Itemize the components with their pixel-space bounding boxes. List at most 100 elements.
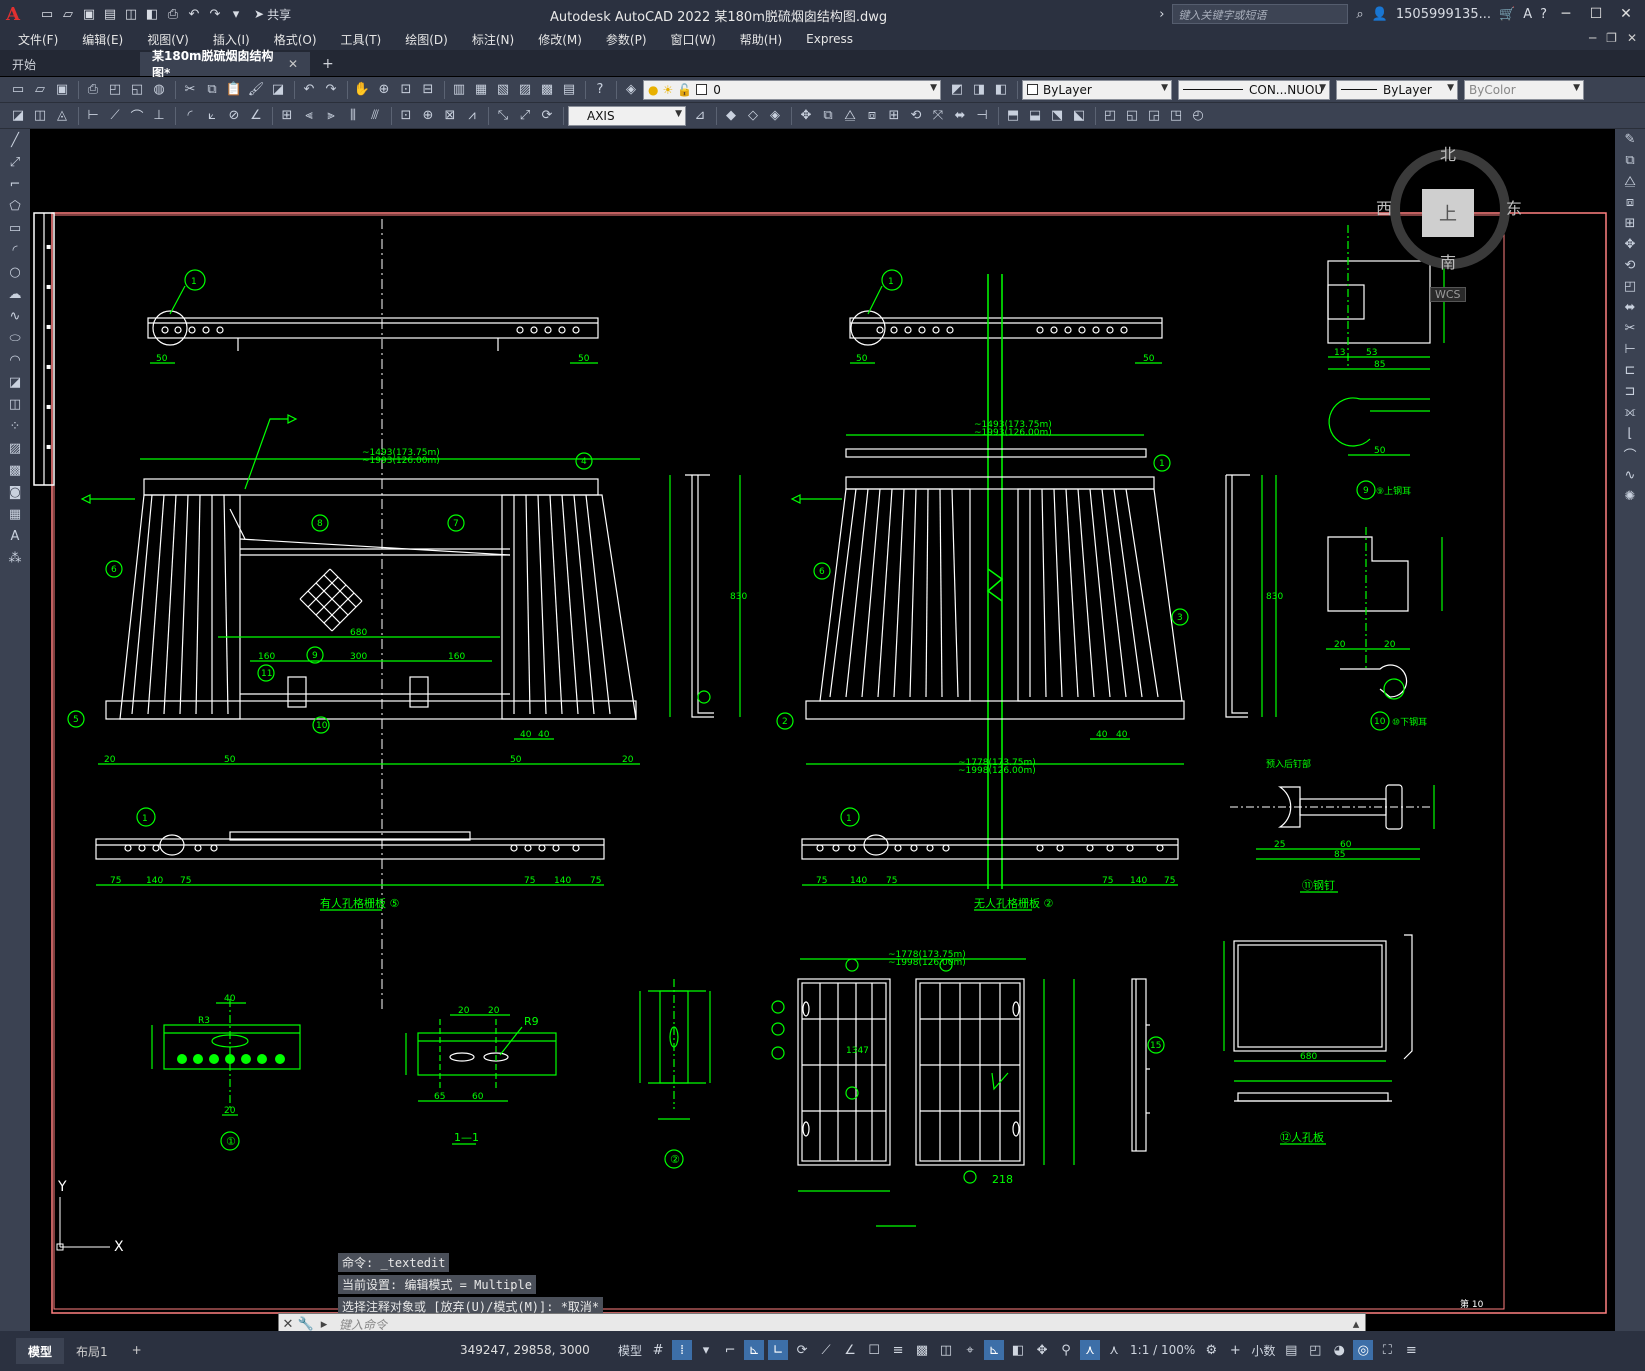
dim-diameter-icon[interactable]: ⊘ — [224, 106, 244, 126]
inspection-icon[interactable]: ⊠ — [440, 106, 460, 126]
rotate-icon[interactable]: ⟲ — [1615, 255, 1645, 276]
stretch-icon[interactable]: ⬌ — [950, 106, 970, 126]
dim-baseline-icon[interactable]: ⫷ — [299, 106, 319, 126]
open-file-icon[interactable]: ▱ — [59, 5, 77, 23]
fillet-edge-icon[interactable]: ◰ — [1100, 106, 1120, 126]
trim-icon[interactable]: ⊣ — [972, 106, 992, 126]
menu-tools[interactable]: 工具(T) — [341, 31, 382, 48]
layer-dropdown[interactable]: ● ☀ 🔓 0 ▼ — [643, 79, 941, 100]
dim-arc-icon[interactable]: ⌒ — [127, 106, 147, 126]
workspace-icon[interactable]: ⚙ — [1201, 1340, 1221, 1360]
zoom-realtime-icon[interactable]: ⊕ — [374, 80, 394, 100]
command-input[interactable]: 键入命令 — [333, 1316, 1347, 1333]
save-icon[interactable]: ▣ — [52, 80, 72, 100]
3d-dwf-icon[interactable]: ◍ — [149, 80, 169, 100]
extrude-icon[interactable]: ⬒ — [1003, 106, 1023, 126]
autodesk-a360-icon[interactable]: A — [1523, 7, 1532, 22]
user-account[interactable]: 1505999135... — [1396, 7, 1491, 22]
maximize-button[interactable]: ☐ — [1585, 6, 1607, 22]
customization-icon[interactable]: ≡ — [1401, 1340, 1421, 1360]
help-icon[interactable]: ? — [590, 80, 610, 100]
intersect-icon[interactable]: ◈ — [765, 106, 785, 126]
hatch-icon[interactable]: ▨ — [0, 437, 30, 459]
move-icon[interactable]: ✥ — [1615, 234, 1645, 255]
block-icon[interactable]: ◪ — [8, 106, 28, 126]
section-icon[interactable]: ⬕ — [1069, 106, 1089, 126]
graphics-performance-icon[interactable]: ◎ — [1353, 1340, 1374, 1360]
object-snap-tracking-icon[interactable]: ⟋ — [816, 1340, 836, 1360]
break-icon[interactable]: ⊐ — [1615, 381, 1645, 402]
fillet-icon[interactable]: ⌒ — [1615, 444, 1645, 465]
viewcube[interactable]: 上 北 南 东 西 WCS — [1370, 129, 1530, 302]
menu-insert[interactable]: 插入(I) — [213, 31, 250, 48]
command-prompt-icon[interactable]: ▸ — [315, 1317, 333, 1332]
tool-palettes-icon[interactable]: ▧ — [493, 80, 513, 100]
subtract-icon[interactable]: ◇ — [743, 106, 763, 126]
save-as-icon[interactable]: ▤ — [101, 5, 119, 23]
polygon-icon[interactable]: ⬠ — [0, 195, 30, 217]
markup-icon[interactable]: ▩ — [537, 80, 557, 100]
circle-icon[interactable]: ○ — [0, 261, 30, 283]
quick-properties-icon[interactable]: ▤ — [1281, 1340, 1301, 1360]
add-layout-button[interactable]: + — [120, 1338, 154, 1364]
point-icon[interactable]: ⁘ — [0, 415, 30, 437]
menu-file[interactable]: 文件(F) — [18, 31, 58, 48]
annotation-visibility-icon[interactable]: ⚲ — [1056, 1340, 1076, 1360]
make-current-layer-icon[interactable]: ◩ — [947, 80, 967, 100]
dim-radius-icon[interactable]: ◜ — [180, 106, 200, 126]
infer-constraints-icon[interactable]: ▾ — [696, 1340, 716, 1360]
open-icon[interactable]: ▱ — [30, 80, 50, 100]
make-block-icon[interactable]: ◫ — [0, 393, 30, 415]
menu-edit[interactable]: 编辑(E) — [82, 31, 123, 48]
units-dropdown[interactable]: 小数 — [1249, 1340, 1277, 1360]
dim-edit-icon[interactable]: ⤡ — [493, 106, 513, 126]
compass-west[interactable]: 西 — [1376, 195, 1392, 219]
transparency-icon[interactable]: ▩ — [912, 1340, 932, 1360]
compass-north[interactable]: 北 — [1440, 141, 1456, 165]
clean-screen-icon[interactable]: ⛶ — [1377, 1340, 1397, 1360]
copy-icon[interactable]: ⧉ — [1615, 150, 1645, 171]
mirror-icon[interactable]: ⧋ — [840, 106, 860, 126]
extend-icon[interactable]: ⊢ — [1615, 339, 1645, 360]
lineweight-icon[interactable]: ≡ — [888, 1340, 908, 1360]
selection-filter-icon[interactable]: ◧ — [1008, 1340, 1028, 1360]
isometric-icon[interactable]: ⟳ — [792, 1340, 812, 1360]
tab-close-icon[interactable]: ✕ — [288, 57, 298, 71]
user-icon[interactable]: 👤 — [1372, 7, 1388, 22]
undo-icon[interactable]: ↶ — [185, 5, 203, 23]
grid-icon[interactable]: # — [648, 1340, 668, 1360]
polyline-icon[interactable]: ⌐ — [0, 173, 30, 195]
menu-window[interactable]: 窗口(W) — [671, 31, 716, 48]
wcs-menu[interactable]: WCS — [1430, 287, 1466, 302]
layer-states-icon[interactable]: ◧ — [991, 80, 1011, 100]
jogged-linear-icon[interactable]: ⩘ — [462, 106, 482, 126]
print-preview-icon[interactable]: ◰ — [105, 80, 125, 100]
construction-line-icon[interactable]: ⤢ — [0, 151, 30, 173]
menu-help[interactable]: 帮助(H) — [740, 31, 782, 48]
array-icon[interactable]: ⊞ — [1615, 213, 1645, 234]
cart-icon[interactable]: 🛒 — [1499, 7, 1515, 22]
command-line-close-icon[interactable]: ✕ — [279, 1317, 297, 1332]
print-icon[interactable]: ⎙ — [83, 80, 103, 100]
calculator-icon[interactable]: ▤ — [559, 80, 579, 100]
quick-dim-icon[interactable]: ⊞ — [277, 106, 297, 126]
pan-icon[interactable]: ✋ — [352, 80, 372, 100]
dimstyle-dropdown[interactable]: AXIS ▼ — [568, 105, 686, 126]
ellipse-icon[interactable]: ⬭ — [0, 327, 30, 349]
annotation-scale-icon[interactable]: ⋏ — [1104, 1340, 1124, 1360]
plotstyle-dropdown[interactable]: ByColor ▼ — [1464, 79, 1584, 100]
gizmo-icon[interactable]: ✥ — [1032, 1340, 1052, 1360]
revision-cloud-icon[interactable]: ☁ — [0, 283, 30, 305]
scale-icon[interactable]: ⤧ — [928, 106, 948, 126]
selection-cycling-icon[interactable]: ◫ — [936, 1340, 956, 1360]
cursor-coordinates[interactable]: 349247, 29858, 3000 — [460, 1343, 590, 1357]
chamfer-icon[interactable]: ⌊ — [1615, 423, 1645, 444]
autocad-logo-icon[interactable]: A — [0, 0, 26, 28]
viewcube-top-face[interactable]: 上 — [1422, 189, 1474, 237]
rectangle-icon[interactable]: ▭ — [0, 217, 30, 239]
shell-icon[interactable]: ◲ — [1144, 106, 1164, 126]
stretch-icon[interactable]: ⬌ — [1615, 297, 1645, 318]
cut-icon[interactable]: ✂ — [180, 80, 200, 100]
scale-icon[interactable]: ◰ — [1615, 276, 1645, 297]
copy-icon[interactable]: ⧉ — [202, 80, 222, 100]
